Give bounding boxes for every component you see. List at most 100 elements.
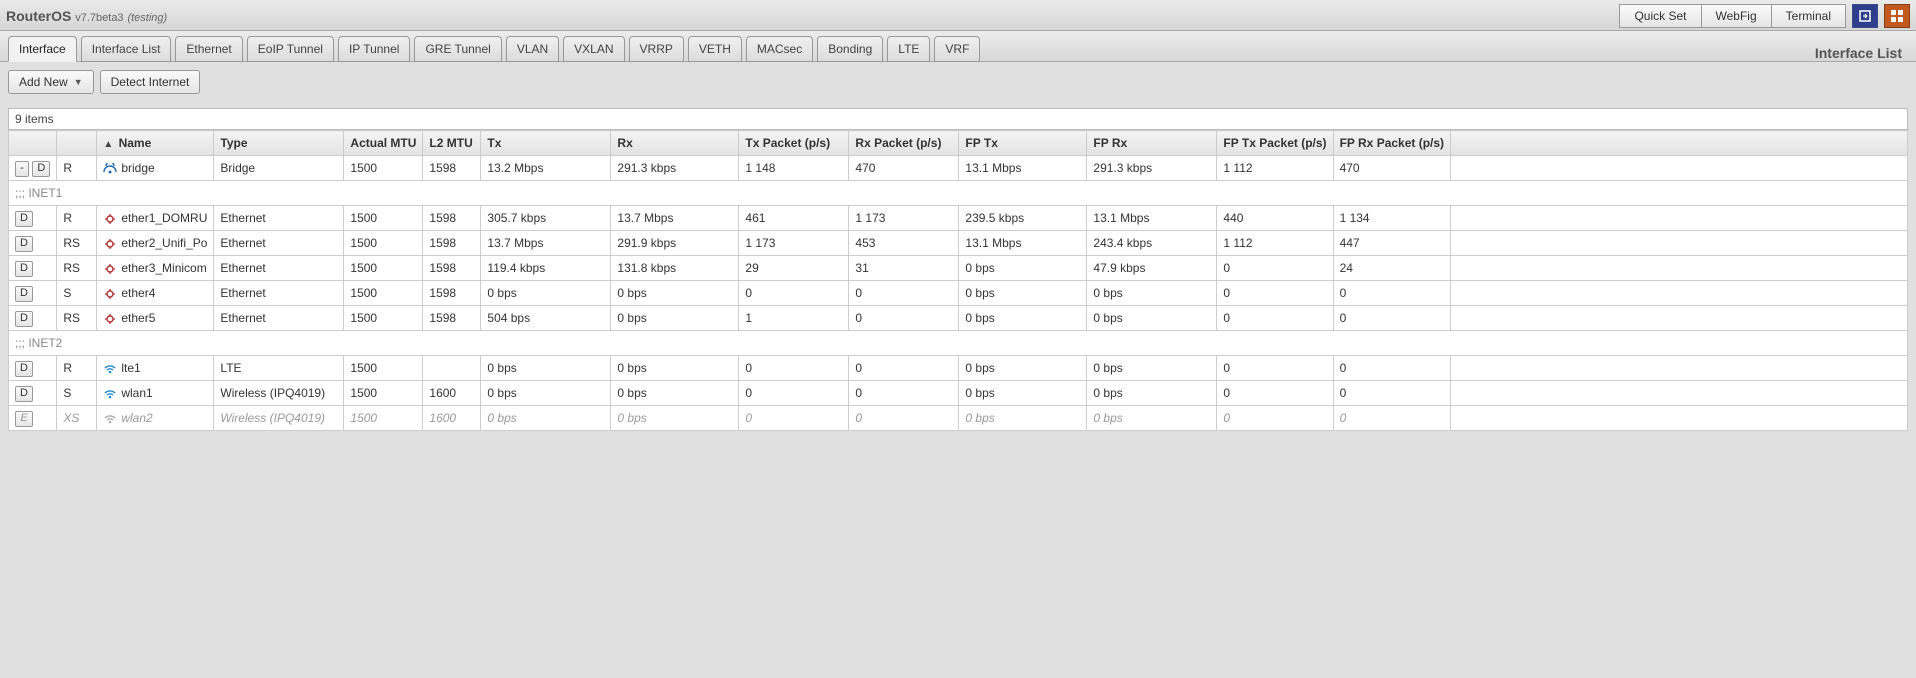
l2-mtu-cell: 1598 <box>423 206 481 231</box>
eth-icon <box>103 263 117 275</box>
webfig-button[interactable]: WebFig <box>1701 4 1772 28</box>
l2-mtu-cell: 1598 <box>423 231 481 256</box>
col-header-13[interactable]: FP Rx Packet (p/s) <box>1333 131 1450 156</box>
add-new-button[interactable]: Add New ▼ <box>8 70 94 94</box>
tab-gre-tunnel[interactable]: GRE Tunnel <box>414 36 501 62</box>
tab-vxlan[interactable]: VXLAN <box>563 36 624 62</box>
rx-cell: 0 bps <box>611 356 739 381</box>
flag-d-button[interactable]: D <box>15 211 33 227</box>
name-cell[interactable]: ether3_Minicom <box>97 256 214 281</box>
col-header-10[interactable]: FP Tx <box>959 131 1087 156</box>
col-header-11[interactable]: FP Rx <box>1087 131 1217 156</box>
col-header-1[interactable] <box>57 131 97 156</box>
top-bar: RouterOS v7.7beta3 (testing) Quick Set W… <box>0 0 1916 31</box>
section-label: ;;; INET2 <box>9 331 1908 356</box>
name-cell[interactable]: lte1 <box>97 356 214 381</box>
tab-bonding[interactable]: Bonding <box>817 36 883 62</box>
rx-packet-cell: 470 <box>849 156 959 181</box>
fp-tx-packet-cell: 0 <box>1217 381 1333 406</box>
flag-d-button[interactable]: D <box>15 311 33 327</box>
table-row[interactable]: E XSwlan2Wireless (IPQ4019)150016000 bps… <box>9 406 1908 431</box>
fp-rx-packet-cell: 470 <box>1333 156 1450 181</box>
logout-icon[interactable] <box>1852 4 1878 28</box>
flag-d-button[interactable]: D <box>32 161 50 177</box>
l2-mtu-cell <box>423 356 481 381</box>
spare-cell <box>1451 306 1908 331</box>
col-header-3[interactable]: Type <box>214 131 344 156</box>
terminal-button[interactable]: Terminal <box>1771 4 1846 28</box>
tx-packet-cell: 0 <box>739 281 849 306</box>
fp-rx-packet-cell: 0 <box>1333 406 1450 431</box>
table-row[interactable]: - D RbridgeBridge1500159813.2 Mbps291.3 … <box>9 156 1908 181</box>
fp-rx-cell: 0 bps <box>1087 406 1217 431</box>
l2-mtu-cell: 1598 <box>423 156 481 181</box>
l2-mtu-cell: 1598 <box>423 306 481 331</box>
status-flags: S <box>57 281 97 306</box>
name-cell[interactable]: ether5 <box>97 306 214 331</box>
spare-cell <box>1451 156 1908 181</box>
flag-d-button[interactable]: D <box>15 386 33 402</box>
tab-vlan[interactable]: VLAN <box>506 36 559 62</box>
tab-eoip-tunnel[interactable]: EoIP Tunnel <box>247 36 334 62</box>
table-row[interactable]: D RSether3_MinicomEthernet15001598119.4 … <box>9 256 1908 281</box>
tab-lte[interactable]: LTE <box>887 36 930 62</box>
table-header-row: ▲ NameTypeActual MTUL2 MTUTxRxTx Packet … <box>9 131 1908 156</box>
dashboard-icon[interactable] <box>1884 4 1910 28</box>
tab-interface-list[interactable]: Interface List <box>81 36 172 62</box>
col-header-0[interactable] <box>9 131 57 156</box>
name-cell[interactable]: ether1_DOMRU <box>97 206 214 231</box>
col-header-12[interactable]: FP Tx Packet (p/s) <box>1217 131 1333 156</box>
eth-icon <box>103 288 117 300</box>
spare-cell <box>1451 381 1908 406</box>
flag-d-button[interactable]: D <box>15 236 33 252</box>
col-header-9[interactable]: Rx Packet (p/s) <box>849 131 959 156</box>
name-cell[interactable]: ether4 <box>97 281 214 306</box>
rx-cell: 0 bps <box>611 281 739 306</box>
type-cell: LTE <box>214 356 344 381</box>
type-cell: Ethernet <box>214 256 344 281</box>
flags-cell: - D <box>9 156 57 181</box>
flag-d-button[interactable]: D <box>15 361 33 377</box>
col-header-2[interactable]: ▲ Name <box>97 131 214 156</box>
tab-ip-tunnel[interactable]: IP Tunnel <box>338 36 410 62</box>
name-cell[interactable]: wlan2 <box>97 406 214 431</box>
tx-packet-cell: 0 <box>739 406 849 431</box>
name-cell[interactable]: ether2_Unifi_Po <box>97 231 214 256</box>
table-row[interactable]: D RSether5Ethernet15001598504 bps0 bps10… <box>9 306 1908 331</box>
tab-vrrp[interactable]: VRRP <box>629 36 684 62</box>
flag-e-button[interactable]: E <box>15 411 33 427</box>
col-header-4[interactable]: Actual MTU <box>344 131 423 156</box>
section-label: ;;; INET1 <box>9 181 1908 206</box>
flag-d-button[interactable]: D <box>15 261 33 277</box>
table-row[interactable]: D RSether2_Unifi_PoEthernet1500159813.7 … <box>9 231 1908 256</box>
fp-tx-cell: 0 bps <box>959 406 1087 431</box>
wl-icon <box>103 363 117 375</box>
tab-veth[interactable]: VETH <box>688 36 742 62</box>
table-row[interactable]: D Swlan1Wireless (IPQ4019)150016000 bps0… <box>9 381 1908 406</box>
col-header-6[interactable]: Tx <box>481 131 611 156</box>
col-header-5[interactable]: L2 MTU <box>423 131 481 156</box>
col-header-14[interactable] <box>1451 131 1908 156</box>
tab-interface[interactable]: Interface <box>8 36 77 62</box>
name-cell[interactable]: bridge <box>97 156 214 181</box>
fp-tx-packet-cell: 440 <box>1217 206 1333 231</box>
rx-packet-cell: 31 <box>849 256 959 281</box>
table-row[interactable]: D Rether1_DOMRUEthernet15001598305.7 kbp… <box>9 206 1908 231</box>
quickset-button[interactable]: Quick Set <box>1619 4 1701 28</box>
flag-d-button[interactable]: D <box>15 286 33 302</box>
name-cell[interactable]: wlan1 <box>97 381 214 406</box>
fp-tx-cell: 239.5 kbps <box>959 206 1087 231</box>
interface-name: ether4 <box>121 286 155 300</box>
table-row[interactable]: D Sether4Ethernet150015980 bps0 bps000 b… <box>9 281 1908 306</box>
l2-mtu-cell: 1600 <box>423 381 481 406</box>
rx-cell: 291.9 kbps <box>611 231 739 256</box>
tab-vrf[interactable]: VRF <box>934 36 980 62</box>
flag-collapse-button[interactable]: - <box>15 161 29 177</box>
tx-cell: 0 bps <box>481 356 611 381</box>
col-header-7[interactable]: Rx <box>611 131 739 156</box>
tab-ethernet[interactable]: Ethernet <box>175 36 242 62</box>
detect-internet-button[interactable]: Detect Internet <box>100 70 201 94</box>
tab-macsec[interactable]: MACsec <box>746 36 813 62</box>
table-row[interactable]: D Rlte1LTE15000 bps0 bps000 bps0 bps00 <box>9 356 1908 381</box>
col-header-8[interactable]: Tx Packet (p/s) <box>739 131 849 156</box>
